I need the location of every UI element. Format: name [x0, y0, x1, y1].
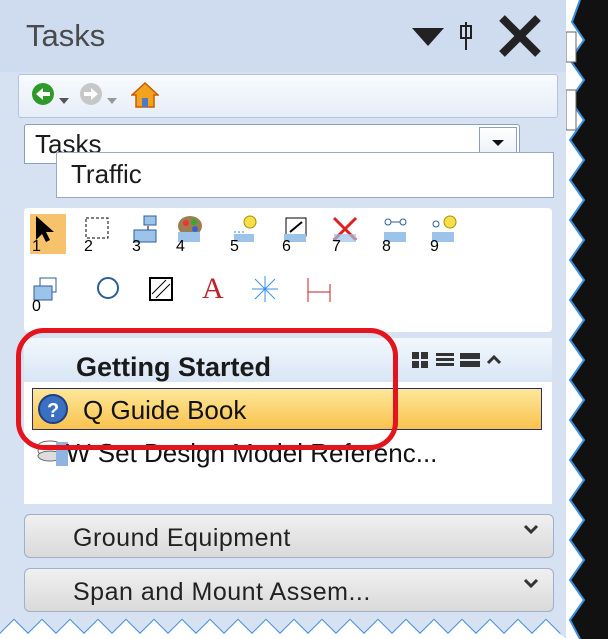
tool-number-0: 0	[32, 298, 41, 315]
torn-edge-right	[566, 0, 586, 639]
tool-connect-icon[interactable]: 8	[380, 214, 416, 255]
tasks-panel: Tasks Tasks Traffic 1 2 3 4 5 6 7 8 9 0 …	[0, 0, 566, 639]
home-icon[interactable]	[130, 81, 160, 113]
forward-arrow-icon[interactable]	[79, 82, 103, 111]
tool-dimension-icon[interactable]	[304, 274, 340, 314]
background-window-edge	[566, 0, 608, 639]
group-ground-equipment[interactable]: Ground Equipment	[24, 514, 554, 558]
tool-text-icon[interactable]: A	[200, 270, 236, 310]
tool-circle-icon[interactable]	[94, 274, 130, 314]
tool-attributes-icon[interactable]: 3	[130, 214, 166, 255]
group-label: Ground Equipment	[73, 524, 291, 552]
traffic-subgroup-label: Traffic	[71, 159, 142, 189]
panel-title-bar: Tasks	[0, 0, 566, 72]
tool-palette-icon[interactable]: 4	[174, 214, 210, 255]
tool-number-2: 2	[84, 238, 93, 255]
navigation-bar	[18, 74, 558, 118]
back-arrow-icon[interactable]	[31, 82, 55, 111]
tool-place-fence-icon[interactable]: 2	[82, 214, 118, 255]
tool-hatch-icon[interactable]	[146, 274, 182, 314]
tool-number-9: 9	[430, 238, 439, 255]
panel-menu-arrow-icon[interactable]	[412, 28, 444, 51]
large-icons-view-icon[interactable]	[412, 352, 430, 373]
svg-text:A: A	[202, 272, 224, 304]
close-icon[interactable]	[498, 14, 542, 63]
collapse-chevron-icon[interactable]	[486, 352, 502, 373]
red-annotation-outline	[16, 328, 398, 450]
tool-scale-icon[interactable]: 6	[280, 214, 316, 255]
tool-light-icon[interactable]: 5	[228, 214, 264, 255]
chevron-down-icon[interactable]	[523, 520, 539, 541]
torn-edge-bottom	[0, 618, 566, 639]
pin-icon[interactable]	[458, 22, 474, 55]
tool-delete-icon[interactable]: 7	[330, 214, 366, 255]
group-span-and-mount[interactable]: Span and Mount Assem...	[24, 568, 554, 612]
panel-title: Tasks	[26, 18, 106, 53]
tool-palette: 1 2 3 4 5 6 7 8 9 0 A	[24, 208, 552, 332]
traffic-subgroup[interactable]: Traffic	[56, 152, 554, 198]
tool-number-4: 4	[176, 238, 185, 255]
tool-copy-icon[interactable]: 0	[30, 274, 66, 315]
tool-sparkle-icon[interactable]	[250, 274, 286, 314]
tool-number-6: 6	[282, 238, 291, 255]
group-label: Span and Mount Assem...	[73, 578, 371, 606]
detail-view-icon[interactable]	[460, 352, 480, 373]
tool-number-8: 8	[382, 238, 391, 255]
tool-number-1: 1	[32, 238, 41, 255]
tool-light-bulb-icon[interactable]: 9	[428, 214, 464, 255]
tool-number-3: 3	[132, 238, 141, 255]
tool-select-icon[interactable]: 1	[30, 214, 66, 255]
tool-number-5: 5	[230, 238, 239, 255]
back-dropdown-icon[interactable]	[59, 91, 69, 109]
tool-number-7: 7	[332, 238, 341, 255]
list-view-icon[interactable]	[436, 352, 454, 373]
forward-dropdown-icon[interactable]	[107, 91, 117, 109]
chevron-down-icon[interactable]	[523, 574, 539, 595]
